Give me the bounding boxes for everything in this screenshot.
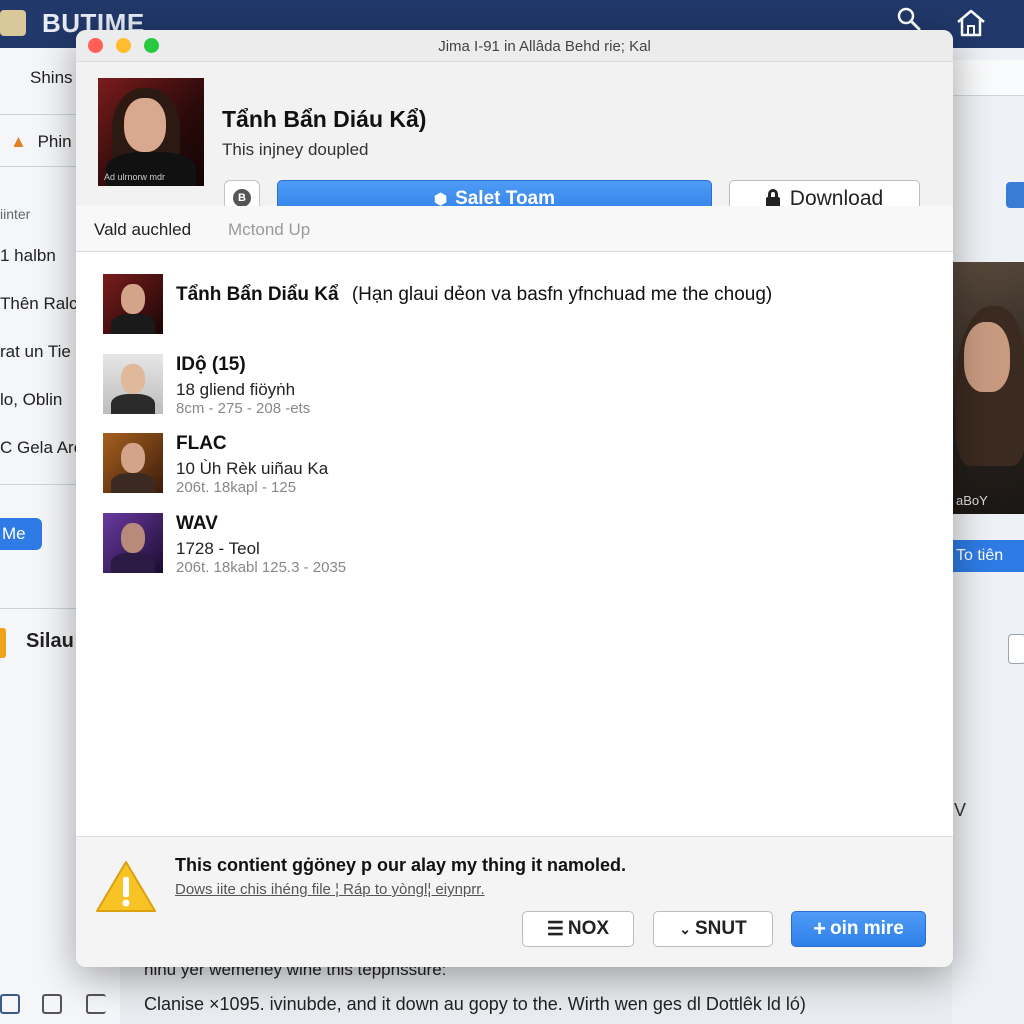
sidebar-item[interactable]: iinter bbox=[0, 206, 30, 222]
item-thumbnail bbox=[103, 354, 163, 414]
format-list: Tẩnh Bẩn Diẩu Kẩ (Hạn glaui dẻon va basf… bbox=[76, 252, 953, 836]
item-name: WAV bbox=[176, 513, 218, 534]
home-icon[interactable] bbox=[954, 6, 988, 40]
right-letter: V bbox=[954, 800, 967, 820]
song-subtitle: This injney doupled bbox=[222, 140, 369, 159]
item-thumbnail bbox=[103, 513, 163, 573]
warning-footer: This contient gġöney p our alay my thing… bbox=[76, 836, 953, 967]
warning-icon: ▲ bbox=[10, 132, 27, 151]
tab-vald-auchled[interactable]: Vald auchled bbox=[94, 220, 191, 240]
item-meta: 206t. 18kapl - 125 bbox=[176, 479, 297, 496]
item-detail: (Hạn glaui dẻon va basfn yfnchuad me the… bbox=[351, 284, 773, 305]
snut-button[interactable]: ⌄ SNUT bbox=[653, 911, 773, 947]
right-panel-header bbox=[952, 60, 1024, 96]
toolbar-icon[interactable] bbox=[0, 994, 20, 1014]
sidebar-item[interactable]: 1 halbn bbox=[0, 246, 56, 266]
tab-mctond-up[interactable]: Mctond Up bbox=[228, 220, 310, 240]
plus-icon: + bbox=[813, 916, 826, 941]
album-art: Ad ulrnorw mdr bbox=[98, 78, 204, 186]
item-detail: 1728 - Teol bbox=[176, 539, 260, 558]
nox-label: NOX bbox=[567, 918, 610, 939]
sidebar-item-label: Phin bbox=[37, 132, 72, 151]
sidebar-item[interactable]: lo, Oblin bbox=[0, 390, 62, 410]
art-caption: Ad ulrnorw mdr bbox=[104, 172, 166, 182]
nox-button[interactable]: ☰ NOX bbox=[522, 911, 634, 947]
right-photo: aBoY bbox=[952, 262, 1024, 514]
item-meta: 206t. 18kabl 125.3 - 2035 bbox=[176, 559, 347, 576]
warning-icon bbox=[94, 859, 158, 915]
item-name: FLAC bbox=[176, 433, 227, 454]
bottom-toolbar bbox=[0, 994, 110, 1018]
item-name: IDộ (15) bbox=[176, 354, 246, 375]
chevron-down-icon: ⌄ bbox=[679, 920, 691, 937]
item-meta: 8cm - 275 - 208 -ets bbox=[176, 400, 311, 417]
item-detail: 18 gliend fiöyṅh bbox=[176, 380, 296, 399]
tag-icon[interactable] bbox=[86, 994, 106, 1014]
item-thumbnail bbox=[103, 433, 163, 493]
warning-link[interactable]: Dows iite chis ihéng file ¦ Ráp to yòngl… bbox=[175, 881, 485, 898]
app-logo-icon bbox=[0, 10, 26, 36]
tab-bar: Vald auchled Mctond Up bbox=[76, 206, 953, 252]
menu-icon: ☰ bbox=[546, 918, 564, 940]
background-text-line: Clanise ×1095. ivinubde, and it down au … bbox=[144, 994, 806, 1014]
join-more-label: oin mire bbox=[829, 918, 904, 939]
item-name: Tẩnh Bẩn Diẩu Kẩ bbox=[176, 284, 339, 305]
silau-label: Silau bbox=[26, 630, 74, 652]
sidebar-item[interactable]: C Gela Are bbox=[0, 438, 83, 458]
window-title: Jima I-91 in Allâda Behd rie; Kal bbox=[438, 38, 651, 55]
photo-label: aBoY bbox=[956, 493, 988, 508]
sidebar-item[interactable]: Thên Ralc, bbox=[0, 294, 82, 314]
item-title: Tẩnh Bẩn Diẩu Kẩ (Hạn glaui dẻon va basf… bbox=[176, 284, 772, 306]
item-detail: 10 Ùh Rèk uiñau Ka bbox=[176, 459, 329, 478]
right-badge-icon[interactable] bbox=[1006, 182, 1024, 208]
snut-label: SNUT bbox=[695, 918, 747, 939]
sidebar-item[interactable]: rat un Tie bbox=[0, 342, 71, 362]
window-titlebar[interactable]: Jima I-91 in Allâda Behd rie; Kal bbox=[76, 30, 953, 62]
photo-face bbox=[964, 322, 1010, 392]
search-icon[interactable] bbox=[896, 6, 922, 32]
lock-icon: B bbox=[233, 189, 251, 207]
art-face bbox=[124, 98, 166, 152]
sidebar-item-warning[interactable]: ▲ Phin bbox=[10, 132, 72, 152]
item-thumbnail bbox=[103, 274, 163, 334]
silau-icon bbox=[0, 628, 6, 658]
right-small-button[interactable] bbox=[1008, 634, 1024, 664]
lock-icon bbox=[765, 189, 780, 208]
save-icon[interactable] bbox=[42, 994, 62, 1014]
sidebar-item[interactable]: Shins bbox=[30, 68, 73, 88]
right-action-button[interactable]: To tiên bbox=[952, 540, 1024, 572]
warning-title: This contient gġöney p our alay my thing… bbox=[175, 855, 627, 875]
download-dialog: Jima I-91 in Allâda Behd rie; Kal Ad ulr… bbox=[76, 30, 953, 967]
me-button[interactable]: Me bbox=[0, 518, 42, 550]
song-title: Tẩnh Bẩn Diáu Kẩ) bbox=[222, 106, 427, 132]
join-more-button[interactable]: + oin mire bbox=[791, 911, 926, 947]
